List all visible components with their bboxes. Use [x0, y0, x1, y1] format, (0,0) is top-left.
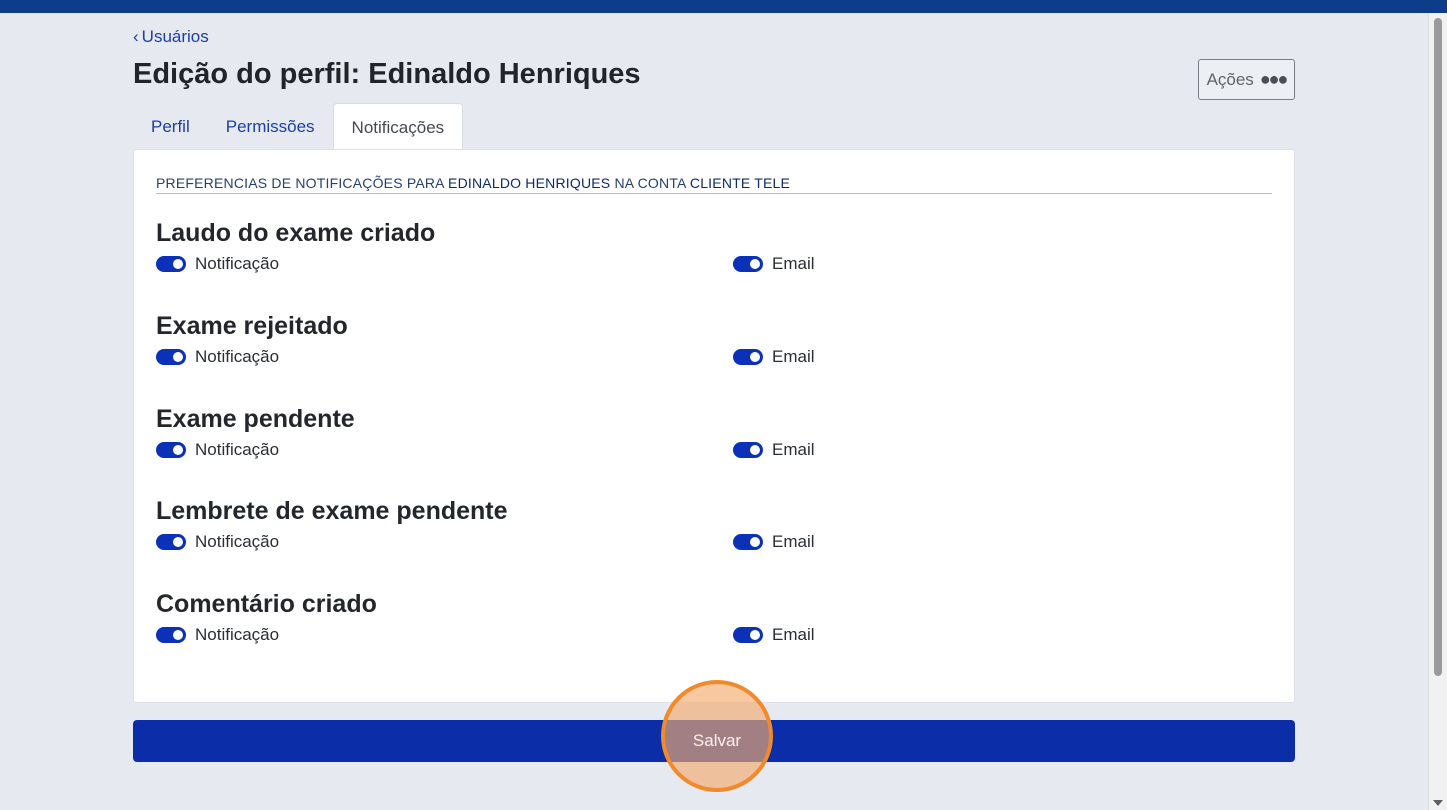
- email-toggle[interactable]: Email: [733, 440, 815, 460]
- scrollbar-thumb[interactable]: [1434, 18, 1442, 676]
- toggle-row: Notificação Email: [156, 532, 1272, 558]
- preferences-header-user: EDINALDO HENRIQUES: [448, 175, 611, 191]
- toggle-knob: [750, 259, 760, 269]
- section-title: Exame rejeitado: [156, 312, 348, 340]
- notification-label: Notificação: [195, 625, 280, 644]
- toggle-knob: [173, 537, 183, 547]
- notification-toggle[interactable]: Notificação: [156, 625, 279, 645]
- toggle-knob: [173, 445, 183, 455]
- section-title: Lembrete de exame pendente: [156, 497, 508, 525]
- toggle-knob: [750, 537, 760, 547]
- email-label: Email: [772, 347, 815, 366]
- preferences-header-middle: NA CONTA: [614, 175, 686, 191]
- email-toggle[interactable]: Email: [733, 347, 815, 367]
- notification-toggle[interactable]: Notificação: [156, 532, 279, 552]
- toggle-knob: [750, 445, 760, 455]
- toggle-knob: [750, 352, 760, 362]
- toggle-knob: [173, 630, 183, 640]
- toggle-row: Notificação Email: [156, 440, 1272, 466]
- profile-tabs: Perfil Permissões Notificações: [133, 103, 464, 150]
- section-title: Comentário criado: [156, 590, 377, 618]
- email-label: Email: [772, 625, 815, 644]
- section-laudo-criado: Laudo do exame criado Notificação Email: [156, 218, 1272, 280]
- section-exame-pendente: Exame pendente Notificação Email: [156, 404, 1272, 466]
- toggle-switch[interactable]: [156, 442, 186, 458]
- save-button[interactable]: [133, 720, 1295, 762]
- toggle-switch[interactable]: [156, 256, 186, 272]
- email-toggle[interactable]: Email: [733, 532, 815, 552]
- tab-notificacoes[interactable]: Notificações: [332, 103, 464, 150]
- section-lembrete-exame-pendente: Lembrete de exame pendente Notificação E…: [156, 496, 1272, 558]
- toggle-switch[interactable]: [733, 627, 763, 643]
- toggle-knob: [173, 352, 183, 362]
- preferences-header-account: CLIENTE TELE: [689, 175, 791, 191]
- toggle-switch[interactable]: [733, 256, 763, 272]
- notifications-card: PREFERENCIAS DE NOTIFICAÇÕES PARA EDINAL…: [133, 149, 1295, 703]
- email-label: Email: [772, 532, 815, 551]
- email-label: Email: [772, 254, 815, 273]
- back-link-label: Usuários: [141, 27, 209, 46]
- toggle-knob: [750, 630, 760, 640]
- scrollbar[interactable]: [1428, 13, 1447, 810]
- notification-toggle[interactable]: Notificação: [156, 254, 279, 274]
- toggle-switch[interactable]: [156, 349, 186, 365]
- toggle-knob: [173, 259, 183, 269]
- section-title: Exame pendente: [156, 405, 355, 433]
- scroll-down-arrow-icon[interactable]: [1433, 800, 1443, 806]
- notification-toggle[interactable]: Notificação: [156, 347, 279, 367]
- top-bar: [0, 0, 1447, 13]
- email-label: Email: [772, 440, 815, 459]
- email-toggle[interactable]: Email: [733, 254, 815, 274]
- preferences-header-prefix: PREFERENCIAS DE NOTIFICAÇÕES PARA: [156, 175, 444, 191]
- preferences-header: PREFERENCIAS DE NOTIFICAÇÕES PARA EDINAL…: [156, 175, 1272, 194]
- actions-label: Ações: [1206, 69, 1254, 89]
- notification-label: Notificação: [195, 532, 280, 551]
- notification-label: Notificação: [195, 440, 280, 459]
- chevron-left-icon: ‹: [133, 27, 139, 46]
- notification-label: Notificação: [195, 254, 280, 273]
- notification-label: Notificação: [195, 347, 280, 366]
- toggle-row: Notificação Email: [156, 625, 1272, 651]
- toggle-switch[interactable]: [733, 442, 763, 458]
- actions-button[interactable]: Ações ●●●: [1198, 59, 1295, 100]
- toggle-switch[interactable]: [156, 534, 186, 550]
- page-title: Edição do perfil: Edinaldo Henriques: [133, 58, 641, 90]
- section-exame-rejeitado: Exame rejeitado Notificação Email: [156, 311, 1272, 373]
- section-title: Laudo do exame criado: [156, 219, 436, 247]
- tab-permissoes[interactable]: Permissões: [208, 103, 333, 150]
- toggle-row: Notificação Email: [156, 254, 1272, 280]
- toggle-switch[interactable]: [156, 627, 186, 643]
- back-to-users-link[interactable]: ‹ Usuários: [133, 27, 209, 47]
- section-comentario-criado: Comentário criado Notificação Email: [156, 589, 1272, 651]
- toggle-switch[interactable]: [733, 349, 763, 365]
- tab-perfil[interactable]: Perfil: [133, 103, 208, 150]
- toggle-switch[interactable]: [733, 534, 763, 550]
- notification-toggle[interactable]: Notificação: [156, 440, 279, 460]
- email-toggle[interactable]: Email: [733, 625, 815, 645]
- toggle-row: Notificação Email: [156, 347, 1272, 373]
- more-dots-icon: ●●●: [1259, 69, 1289, 89]
